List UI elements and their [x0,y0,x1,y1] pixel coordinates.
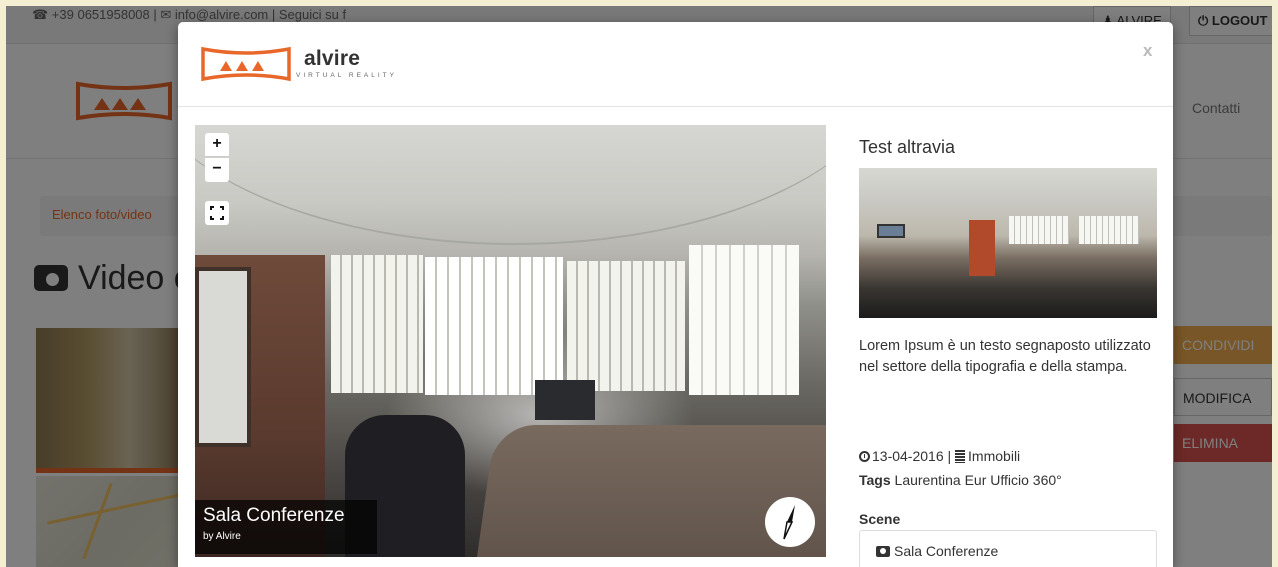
window-blinds [689,245,799,395]
clock-icon [859,451,870,462]
scene-author: by Alvire [203,531,241,542]
window-frame [195,267,251,447]
ceiling-shape [195,125,826,245]
alvire-logo-icon [201,46,291,82]
zoom-out-button[interactable]: − [205,158,229,182]
media-modal: alvire VIRTUAL REALITY x + − Sala Confer… [178,22,1173,567]
tags-label: Tags [859,472,891,488]
media-title: Test altravia [859,137,956,157]
scene-list-item[interactable]: Sala Conferenze [859,530,1157,567]
fullscreen-icon[interactable] [205,201,229,225]
preview-window [1079,216,1139,244]
tags-value: Laurentina Eur Ufficio 360° [890,472,1062,488]
modal-header: alvire VIRTUAL REALITY x [178,22,1173,107]
window-blinds [567,261,685,391]
scene-caption: Sala Conferenze by Alvire [195,500,377,554]
media-tags: Tags Laurentina Eur Ufficio 360° [859,472,1062,488]
media-meta: 13-04-2016 | Immobili [859,448,1020,464]
media-description: Lorem Ipsum è un testo segnaposto utiliz… [859,338,1151,375]
media-date: 13-04-2016 [872,448,944,464]
meta-separator: | [943,448,956,464]
brand-name: alvire [304,47,361,70]
scene-title: Sala Conferenze [203,505,345,526]
window-blinds [331,255,423,393]
preview-window [1009,216,1069,244]
scenes-heading: Scene [859,511,901,527]
media-category: Immobili [968,448,1021,464]
window-blinds [425,257,563,395]
panorama-viewer[interactable]: + − Sala Conferenze by Alvire [195,125,826,557]
zoom-in-button[interactable]: + [205,133,229,157]
preview-door [969,220,995,276]
compass-icon[interactable] [765,497,815,547]
building-icon [955,450,966,463]
scene-list-item-label: Sala Conferenze [894,543,999,559]
close-button[interactable]: x [1143,41,1152,61]
brand-tagline: VIRTUAL REALITY [296,72,397,79]
monitor-shape [535,380,595,420]
preview-picture-frame [877,224,905,238]
media-preview-image [859,168,1157,318]
camera-icon [876,546,890,557]
